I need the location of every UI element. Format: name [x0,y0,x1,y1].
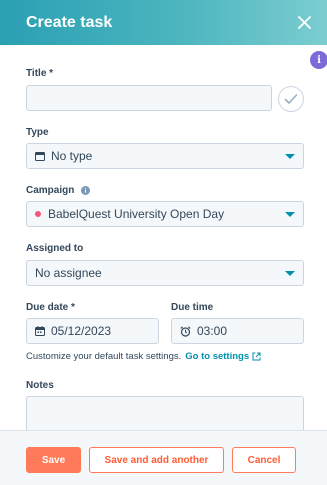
chevron-down-icon [285,211,295,217]
type-label: Type [26,127,49,138]
close-button[interactable] [295,14,313,32]
campaign-value: BabelQuest University Open Day [48,207,225,221]
assignee-value: No assignee [35,266,102,280]
panel-title: Create task [26,13,113,31]
due-time-label: Due time [171,302,214,313]
go-to-settings-link[interactable]: Go to settings [185,351,249,362]
type-value: No type [51,149,93,163]
due-date-label: Due date * [26,302,75,313]
info-icon[interactable] [81,186,91,195]
chevron-down-icon [285,270,295,276]
notes-label: Notes [26,380,54,391]
type-select[interactable]: No type [26,143,304,169]
save-and-add-another-button[interactable]: Save and add another [89,447,224,473]
campaign-color-dot [35,211,41,217]
close-icon [297,16,311,29]
alarm-clock-icon [180,325,191,337]
due-date-value: 05/12/2023 [51,324,112,338]
title-label: Title * [26,68,54,79]
panel-header: Create task [0,0,327,45]
mark-complete-button[interactable] [278,86,304,112]
calendar-icon [35,326,45,336]
campaign-label-row: Campaign [26,185,91,196]
campaign-label: Campaign [26,185,75,196]
campaign-select[interactable]: BabelQuest University Open Day [26,201,304,227]
cancel-button[interactable]: Cancel [232,447,296,473]
settings-helper: Customize your default task settings. Go… [26,351,261,362]
helper-text: Customize your default task settings. [26,351,182,362]
due-time-input[interactable]: 03:00 [171,318,304,344]
create-task-panel: Create task i Title * Type No type Campa… [0,0,327,485]
external-link-icon[interactable] [252,352,261,361]
chevron-down-icon [285,153,295,159]
assignee-select[interactable]: No assignee [26,260,304,286]
title-input[interactable] [26,85,272,111]
checkmark-icon [284,94,298,104]
due-date-input[interactable]: 05/12/2023 [26,318,159,344]
info-badge[interactable]: i [310,51,327,69]
task-type-icon [35,151,45,161]
assigned-to-label: Assigned to [26,243,84,254]
save-button[interactable]: Save [26,447,81,473]
due-time-value: 03:00 [197,324,228,338]
